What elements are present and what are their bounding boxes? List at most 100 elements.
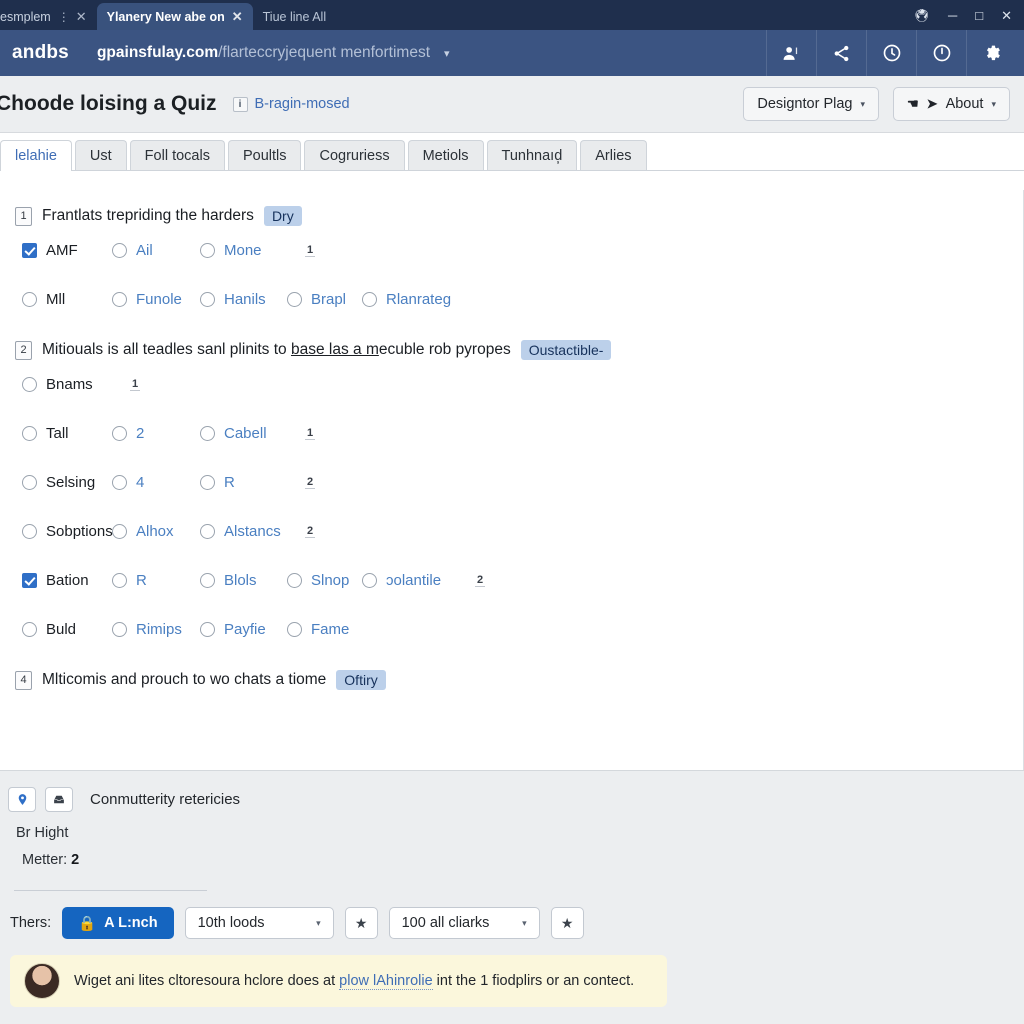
radio-icon[interactable] bbox=[287, 573, 302, 588]
restore-down-icon[interactable]: 🖲 bbox=[914, 9, 931, 22]
radio-icon[interactable] bbox=[362, 573, 377, 588]
option-sobptions[interactable]: Sobptions bbox=[22, 523, 113, 540]
option-rlanrateg[interactable]: Rlanrateg bbox=[362, 291, 457, 308]
radio-icon[interactable] bbox=[200, 292, 215, 307]
share-icon[interactable] bbox=[816, 30, 866, 76]
option-count: 2 bbox=[305, 525, 316, 538]
tab-arlies[interactable]: Arlies bbox=[580, 140, 647, 170]
inbox-icon-button[interactable] bbox=[45, 787, 73, 812]
person-add-icon[interactable] bbox=[766, 30, 816, 76]
star-icon-button-2[interactable]: ★ bbox=[550, 907, 584, 939]
option-brapl[interactable]: Brapl bbox=[287, 291, 362, 308]
radio-icon[interactable] bbox=[22, 292, 37, 307]
star-icon-button-1[interactable]: ★ bbox=[344, 907, 378, 939]
option-selsing[interactable]: Selsing bbox=[22, 474, 112, 491]
close-icon[interactable]: ✕ bbox=[76, 9, 87, 25]
page-header: Choode loising a Quiz i B-ragin-mosed De… bbox=[0, 76, 1024, 133]
info-circle-icon[interactable] bbox=[916, 30, 966, 76]
tab-ust[interactable]: Ust bbox=[74, 140, 127, 170]
radio-icon[interactable] bbox=[22, 377, 37, 392]
option-fame[interactable]: Fame bbox=[287, 621, 362, 638]
checkbox-icon[interactable] bbox=[22, 243, 37, 258]
tab-metiols[interactable]: Metiols bbox=[407, 140, 484, 170]
page-badge[interactable]: i B-ragin-mosed bbox=[232, 96, 350, 112]
option-slnop[interactable]: Slnop bbox=[287, 572, 362, 589]
designtor-plag-button[interactable]: Designtor Plag ▾ bbox=[743, 87, 879, 121]
option-label: R bbox=[224, 474, 235, 491]
notice-text-after: int the 1 fiodplirs or an contect. bbox=[432, 973, 635, 989]
cliarks-select[interactable]: 100 all cliarks ▾ bbox=[388, 907, 540, 939]
option-bation[interactable]: Bation bbox=[22, 572, 112, 589]
tab-label: lelahie bbox=[15, 148, 57, 164]
tab-lelahie[interactable]: lelahie bbox=[0, 140, 72, 171]
radio-icon[interactable] bbox=[200, 524, 215, 539]
option-mll[interactable]: Mll bbox=[22, 291, 112, 308]
close-icon[interactable]: ✕ bbox=[232, 9, 243, 25]
option-r[interactable]: R bbox=[112, 572, 200, 589]
checkbox-icon[interactable] bbox=[22, 573, 37, 588]
radio-icon[interactable] bbox=[287, 292, 302, 307]
option-alhox[interactable]: Alhox bbox=[112, 523, 200, 540]
a-lunch-button[interactable]: 🔒 A L:nch bbox=[62, 907, 174, 939]
option--olantile[interactable]: ɔolantile bbox=[362, 572, 457, 589]
radio-icon[interactable] bbox=[287, 622, 302, 637]
radio-icon[interactable] bbox=[112, 292, 127, 307]
minimize-icon[interactable]: ─ bbox=[948, 9, 957, 22]
option-label: Slnop bbox=[311, 572, 350, 589]
radio-icon[interactable] bbox=[200, 475, 215, 490]
radio-icon[interactable] bbox=[362, 292, 377, 307]
option-mone[interactable]: Mone bbox=[200, 242, 287, 259]
radio-icon[interactable] bbox=[112, 475, 127, 490]
tab-menu-icon[interactable]: ⋮ bbox=[58, 10, 70, 24]
option-cabell[interactable]: Cabell bbox=[200, 425, 287, 442]
browser-tab-1[interactable]: Ylanery New abe on ✕ bbox=[96, 3, 253, 30]
radio-icon[interactable] bbox=[22, 524, 37, 539]
location-pin-icon-button[interactable] bbox=[8, 787, 36, 812]
browser-tab-2[interactable]: Tiue line All bbox=[253, 3, 336, 30]
radio-icon[interactable] bbox=[22, 475, 37, 490]
option-4[interactable]: 4 bbox=[112, 474, 200, 491]
option-funole[interactable]: Funole bbox=[112, 291, 200, 308]
radio-icon[interactable] bbox=[112, 573, 127, 588]
radio-icon[interactable] bbox=[22, 622, 37, 637]
question-text-main: Mlticomis and prouch to wo chats a tiome bbox=[42, 671, 327, 688]
option-alstancs[interactable]: Alstancs bbox=[200, 523, 287, 540]
option-ail[interactable]: Ail bbox=[112, 242, 200, 259]
gear-icon[interactable] bbox=[966, 30, 1016, 76]
maximize-icon[interactable]: □ bbox=[975, 9, 983, 22]
option-2[interactable]: 2 bbox=[112, 425, 200, 442]
radio-icon[interactable] bbox=[112, 524, 127, 539]
option-payfie[interactable]: Payfie bbox=[200, 621, 287, 638]
option-bnams[interactable]: Bnams bbox=[22, 376, 112, 393]
radio-icon[interactable] bbox=[200, 622, 215, 637]
clock-icon[interactable] bbox=[866, 30, 916, 76]
option-r[interactable]: R bbox=[200, 474, 287, 491]
radio-icon[interactable] bbox=[112, 622, 127, 637]
tab-foll-tocals[interactable]: Foll tocals bbox=[129, 140, 225, 170]
option-tall[interactable]: Tall bbox=[22, 425, 112, 442]
url-display[interactable]: gpainsfulay.com/flarteccryjequent menfor… bbox=[97, 44, 430, 62]
close-window-icon[interactable]: ✕ bbox=[1001, 9, 1012, 22]
radio-icon[interactable] bbox=[112, 426, 127, 441]
browser-tab-0[interactable]: esmplem ⋮ ✕ bbox=[0, 3, 97, 30]
tab-tunhna-d-[interactable]: Tunhnaıd̦ bbox=[486, 140, 578, 170]
option-label: Selsing bbox=[46, 474, 96, 491]
chevron-down-icon[interactable]: ▾ bbox=[444, 47, 450, 60]
loods-select[interactable]: 10th loods ▾ bbox=[184, 907, 334, 939]
radio-icon[interactable] bbox=[112, 243, 127, 258]
radio-icon[interactable] bbox=[200, 426, 215, 441]
radio-icon[interactable] bbox=[200, 243, 215, 258]
tab-cogruriess[interactable]: Cogruriess bbox=[304, 140, 405, 170]
option-amf[interactable]: AMF bbox=[22, 242, 112, 259]
option-label: Rlanrateg bbox=[386, 291, 452, 308]
option-hanils[interactable]: Hanils bbox=[200, 291, 287, 308]
radio-icon[interactable] bbox=[200, 573, 215, 588]
option-buld[interactable]: Buld bbox=[22, 621, 112, 638]
tab-label: Tunhnaıd̦ bbox=[501, 147, 563, 164]
radio-icon[interactable] bbox=[22, 426, 37, 441]
about-button[interactable]: ☚ ➤ About ▾ bbox=[893, 87, 1010, 121]
tab-poultls[interactable]: Poultls bbox=[227, 140, 302, 170]
option-blols[interactable]: Blols bbox=[200, 572, 287, 589]
notice-link[interactable]: plow lAhinrolie bbox=[339, 973, 433, 990]
option-rimips[interactable]: Rimips bbox=[112, 621, 200, 638]
